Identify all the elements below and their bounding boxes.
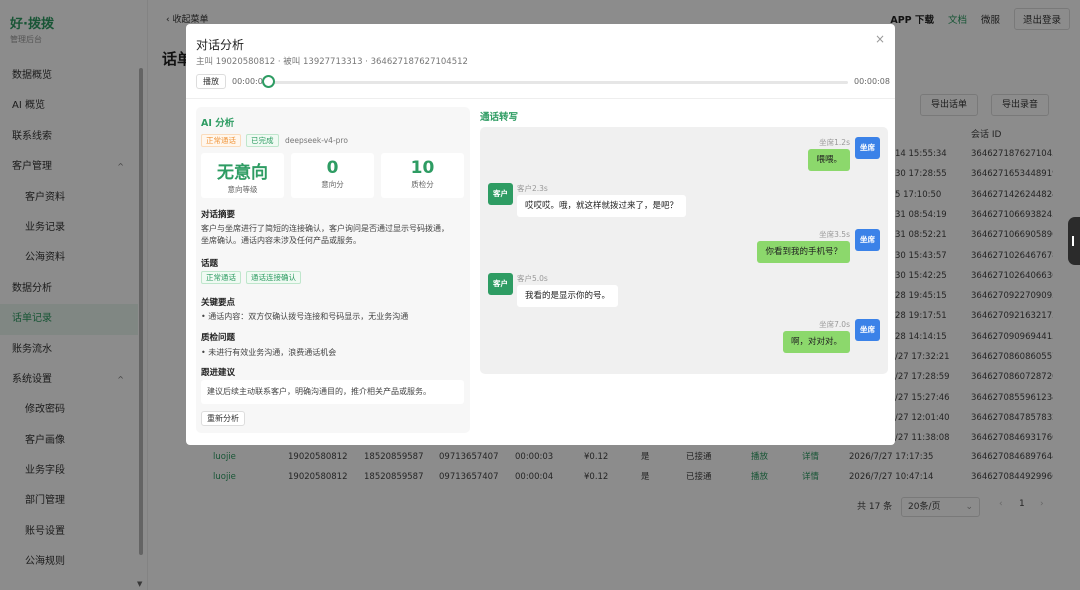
topic-tag: 正常通话 <box>201 271 241 284</box>
play-button[interactable]: 播放 <box>196 74 226 89</box>
stat-intent-score: 0 意向分 <box>291 153 374 198</box>
dialog-analysis-modal: 对话分析 × 主叫 19020580812 · 被叫 13927713313 ·… <box>186 24 895 445</box>
stat-label: 质检分 <box>411 180 434 189</box>
transcript-panel[interactable]: 坐席 坐席1.2s 喂喂。 客户 客户2.3s 哎哎哎。哦，就这样就拨过来了，是吧？ 坐席坐… <box>480 127 888 374</box>
model-name: deepseek-v4-pro <box>285 136 348 145</box>
summary-line-1: 客户与坐席进行了简短的连接确认，客户询问是否通过显示号码拨通， <box>201 224 449 233</box>
drawer-handle[interactable] <box>1068 217 1080 265</box>
message-speaker: 坐席1.2s <box>819 138 850 147</box>
tag-call-type: 正常通话 <box>201 134 241 147</box>
message-speaker: 客户2.3s <box>517 184 548 193</box>
modal-title: 对话分析 <box>196 38 245 52</box>
progress-track[interactable] <box>268 81 848 84</box>
keypoint-item: • 通话内容：双方仅确认拨号连接和号码显示，无业务沟通 <box>201 312 409 321</box>
issue-item: • 未进行有效业务沟通，浪费通话机会 <box>201 348 337 357</box>
message-bubble: 你看到我的手机号？ <box>757 241 850 263</box>
customer-avatar: 客户 <box>488 183 513 205</box>
message-bubble: 啊，对对对。 <box>782 331 850 353</box>
seat-avatar: 坐席 <box>855 319 880 341</box>
ai-analysis-panel: AI 分析 正常通话 已完成 deepseek-v4-pro 无意向 意向等级 … <box>196 107 470 433</box>
handle-grip-icon <box>1072 236 1074 246</box>
progress-handle[interactable] <box>262 75 275 88</box>
seat-avatar: 坐席 <box>855 137 880 159</box>
transcript-title: 通话转写 <box>480 112 519 123</box>
stat-label: 意向分 <box>321 180 344 189</box>
stat-label: 意向等级 <box>227 185 258 194</box>
audio-player: 播放 00:00:00 00:00:08 <box>196 74 890 90</box>
issues-heading: 质检问题 <box>201 333 236 343</box>
message-bubble: 我看的是显示你的号。 <box>517 285 619 307</box>
customer-avatar: 客户 <box>488 273 513 295</box>
ai-analysis-title: AI 分析 <box>201 118 235 129</box>
message-speaker: 坐席7.0s <box>819 320 850 329</box>
summary-heading: 对话摘要 <box>201 210 236 220</box>
stat-value: 0 <box>326 158 339 178</box>
message-speaker: 坐席3.5s <box>819 230 850 239</box>
topics-heading: 话题 <box>201 259 219 269</box>
reanalyze-button[interactable]: 重新分析 <box>201 411 245 426</box>
message-bubble: 喂喂。 <box>808 149 850 171</box>
stat-value: 10 <box>410 158 435 178</box>
seat-avatar: 坐席 <box>855 229 880 251</box>
call-info: 主叫 19020580812 · 被叫 13927713313 · 364627… <box>196 57 468 67</box>
advice-heading: 跟进建议 <box>201 368 236 378</box>
close-icon[interactable]: × <box>875 32 885 46</box>
stat-intent-level: 无意向 意向等级 <box>201 153 284 198</box>
divider <box>186 98 895 99</box>
keypoints-heading: 关键要点 <box>201 298 236 308</box>
topic-tag: 通话连接确认 <box>246 271 301 284</box>
message-speaker: 客户5.0s <box>517 274 548 283</box>
message-bubble: 哎哎哎。哦，就这样就拨过来了，是吧？ <box>517 195 687 217</box>
advice-text: 建议后续主动联系客户，明确沟通目的，推介相关产品或服务。 <box>201 380 464 404</box>
summary-line-2: 坐席确认。通话内容未涉及任何产品或服务。 <box>201 236 361 245</box>
tag-status: 已完成 <box>246 134 279 147</box>
stat-value: 无意向 <box>217 163 268 183</box>
stat-qc-score: 10 质检分 <box>381 153 464 198</box>
total-time: 00:00:08 <box>854 77 890 86</box>
